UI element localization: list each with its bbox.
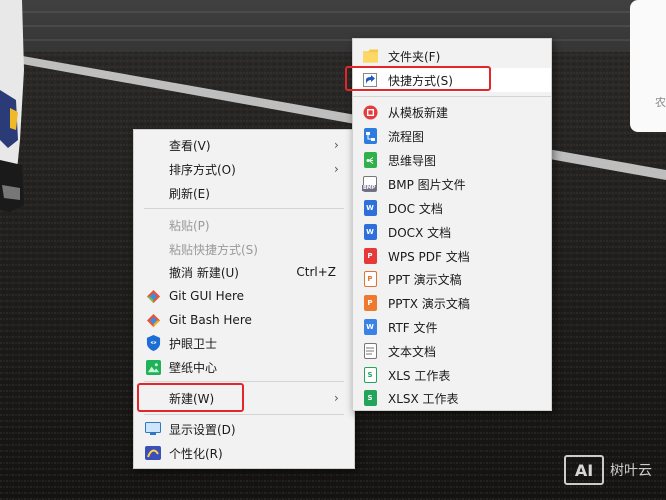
menu-item-wallpaper-center[interactable]: 壁纸中心 (134, 355, 354, 379)
menu-item-label: WPS PDF 文档 (388, 249, 470, 264)
xlsx-file-icon: S (362, 390, 378, 406)
menu-item-label: 刷新(E) (169, 186, 210, 201)
menu-item-label: 思维导图 (388, 153, 437, 168)
pdf-file-icon: P (362, 248, 378, 264)
folder-icon (362, 48, 378, 64)
menu-item-label: 排序方式(O) (169, 162, 236, 177)
submenu-item-doc[interactable]: W DOC 文档 (353, 196, 551, 220)
submenu-item-xlsx[interactable]: S XLSX 工作表 (353, 386, 551, 410)
menu-item-label: PPT 演示文稿 (388, 272, 462, 287)
mindmap-icon (362, 152, 378, 168)
menu-item-view[interactable]: 查看(V) › (134, 133, 354, 157)
menu-item-label: 从模板新建 (388, 105, 449, 120)
chevron-right-icon: › (334, 391, 339, 405)
shortcut-text: Ctrl+Z (296, 265, 336, 279)
menu-item-label: DOCX 文档 (388, 225, 452, 240)
menu-separator (144, 381, 344, 382)
watermark: AI 树叶云 (564, 452, 664, 488)
menu-item-eye-guard[interactable]: 护眼卫士 (134, 331, 354, 355)
submenu-item-pptx[interactable]: P PPTX 演示文稿 (353, 291, 551, 315)
menu-item-label: RTF 文件 (388, 320, 438, 335)
menu-item-label: 粘贴快捷方式(S) (169, 242, 258, 257)
rtf-file-icon: W (362, 319, 378, 335)
menu-item-label: 显示设置(D) (169, 422, 236, 437)
menu-item-refresh[interactable]: 刷新(E) (134, 181, 354, 205)
git-bash-icon (145, 312, 161, 328)
menu-item-undo-new[interactable]: 撤消 新建(U) Ctrl+Z (134, 260, 354, 284)
menu-item-label: DOC 文档 (388, 201, 443, 216)
side-panel-text: 农 (655, 96, 666, 109)
display-icon (145, 421, 161, 437)
bmp-file-icon: BMP (362, 176, 378, 192)
menu-separator (353, 96, 551, 97)
submenu-item-from-template[interactable]: 从模板新建 (353, 100, 551, 124)
submenu-item-folder[interactable]: 文件夹(F) (353, 44, 551, 68)
side-panel (630, 0, 666, 132)
menu-item-git-gui[interactable]: Git GUI Here (134, 284, 354, 308)
desktop-context-menu: 查看(V) › 排序方式(O) › 刷新(E) 粘贴(P) 粘贴快捷方式(S) … (133, 129, 355, 469)
menu-item-label: 流程图 (388, 129, 425, 144)
submenu-item-rtf[interactable]: W RTF 文件 (353, 315, 551, 339)
personalize-icon (145, 445, 161, 461)
chevron-right-icon: › (334, 162, 339, 176)
menu-item-label: 文件夹(F) (388, 49, 441, 64)
menu-item-display-settings[interactable]: 显示设置(D) (134, 417, 354, 441)
ppt-file-icon: P (362, 271, 378, 287)
menu-item-label: 护眼卫士 (169, 336, 218, 351)
wallpaper-icon (145, 359, 161, 375)
submenu-item-bmp[interactable]: BMP BMP 图片文件 (353, 172, 551, 196)
doc-file-icon: W (362, 200, 378, 216)
watermark-text: 树叶云 (610, 463, 652, 479)
text-file-icon (362, 343, 378, 359)
menu-item-label: XLSX 工作表 (388, 391, 459, 406)
menu-item-label: PPTX 演示文稿 (388, 296, 470, 311)
submenu-item-docx[interactable]: W DOCX 文档 (353, 220, 551, 244)
annotation-highlight-shortcut (345, 66, 491, 91)
menu-item-personalize[interactable]: 个性化(R) (134, 441, 354, 465)
menu-item-label: 个性化(R) (169, 446, 223, 461)
menu-item-label: 查看(V) (169, 138, 211, 153)
menu-item-label: XLS 工作表 (388, 368, 451, 383)
menu-separator (144, 208, 344, 209)
submenu-item-wps-pdf[interactable]: P WPS PDF 文档 (353, 244, 551, 268)
menu-item-paste-shortcut[interactable]: 粘贴快捷方式(S) (134, 237, 354, 261)
menu-item-label: BMP 图片文件 (388, 177, 466, 192)
xls-file-icon: S (362, 367, 378, 383)
submenu-item-ppt[interactable]: P PPT 演示文稿 (353, 267, 551, 291)
docx-file-icon: W (362, 224, 378, 240)
submenu-item-mindmap[interactable]: 思维导图 (353, 148, 551, 172)
menu-item-sort-by[interactable]: 排序方式(O) › (134, 157, 354, 181)
menu-item-label: 撤消 新建(U) (169, 265, 239, 280)
menu-separator (144, 414, 344, 415)
submenu-item-xls[interactable]: S XLS 工作表 (353, 363, 551, 387)
chevron-right-icon: › (334, 138, 339, 152)
menu-item-git-bash[interactable]: Git Bash Here (134, 308, 354, 332)
menu-item-label: Git GUI Here (169, 289, 245, 303)
pptx-file-icon: P (362, 295, 378, 311)
menu-item-label: 粘贴(P) (169, 218, 210, 233)
menu-item-label: Git Bash Here (169, 313, 252, 327)
watermark-logo: AI (564, 455, 604, 485)
submenu-item-text[interactable]: 文本文档 (353, 339, 551, 363)
annotation-highlight-new (137, 383, 244, 412)
wps-template-icon (362, 104, 378, 120)
menu-item-label: 壁纸中心 (169, 360, 218, 375)
new-submenu: 文件夹(F) 快捷方式(S) 从模板新建 流程图 思维导图 BMP BMP 图片… (352, 38, 552, 411)
flowchart-icon (362, 128, 378, 144)
menu-item-paste[interactable]: 粘贴(P) (134, 213, 354, 237)
submenu-item-flowchart[interactable]: 流程图 (353, 124, 551, 148)
shield-icon (145, 335, 161, 351)
menu-item-label: 文本文档 (388, 344, 437, 359)
git-gui-icon (145, 288, 161, 304)
